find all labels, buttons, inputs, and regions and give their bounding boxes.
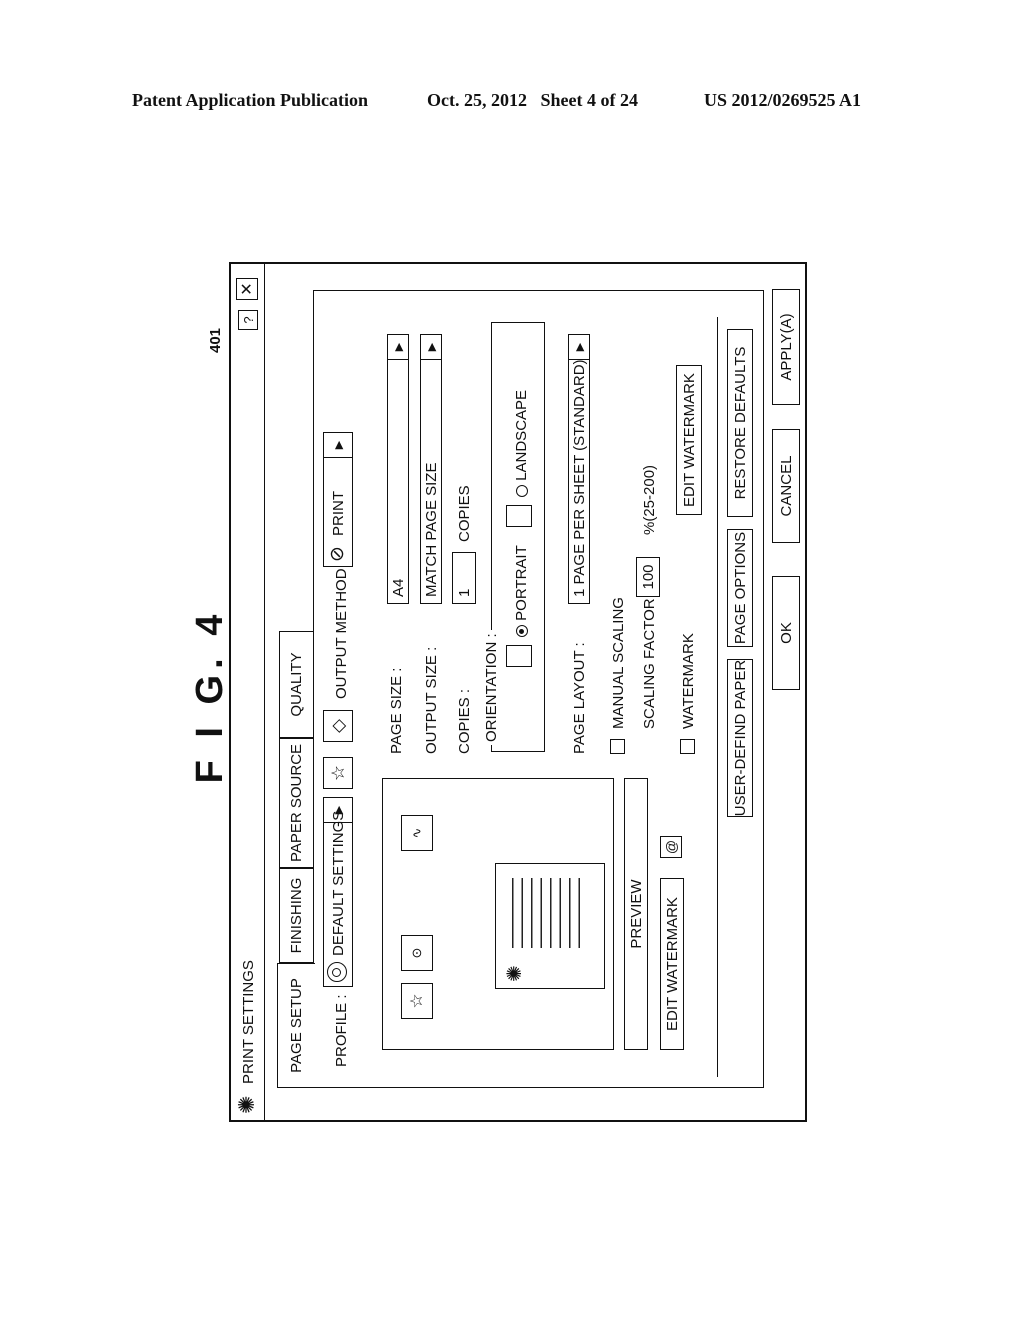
- publication-number: US 2012/0269525 A1: [704, 90, 862, 110]
- output-size-label: OUTPUT SIZE :: [423, 646, 440, 754]
- ref-401: 401: [207, 327, 225, 354]
- sun-icon: ✺: [234, 1095, 259, 1114]
- chevron-down-icon: ▶: [324, 798, 352, 823]
- figure-label: F I G. 4: [189, 608, 231, 784]
- help-button[interactable]: ?: [238, 310, 258, 330]
- profile-value: DEFAULT SETTINGS: [329, 810, 347, 956]
- preview-area: ☆ ⊙ ∿ ✺: [382, 778, 614, 1050]
- scaling-factor-label: SCALING FACTOR: [641, 598, 658, 729]
- chevron-down-icon: ▶: [569, 335, 589, 360]
- chevron-down-icon: ▶: [421, 335, 441, 360]
- portrait-label: PORTRAIT: [513, 545, 530, 621]
- watermark-label: WATERMARK: [680, 633, 697, 729]
- watermark-checkbox[interactable]: [680, 739, 695, 754]
- diamond-icon: ◇: [327, 719, 348, 733]
- sheet-number: Sheet 4 of 24: [540, 90, 638, 110]
- output-method-select[interactable]: ⊘ PRINT ▶: [323, 432, 353, 567]
- page-layout-value: 1 PAGE PER SHEET (STANDARD): [570, 359, 588, 597]
- copies-unit: COPIES: [456, 485, 473, 542]
- page-setup-panel: PROFILE : DEFAULT SETTINGS ▶ ☆ ◇ OUTPUT …: [313, 290, 764, 1088]
- tab-paper-source[interactable]: PAPER SOURCE: [279, 738, 313, 868]
- star-profile-button[interactable]: ☆: [323, 757, 353, 789]
- output-method-value: PRINT: [329, 491, 347, 536]
- at-button[interactable]: @: [660, 836, 682, 858]
- page-thumbnail: ✺: [495, 863, 605, 989]
- orientation-portrait[interactable]: PORTRAIT: [513, 545, 530, 637]
- diamond-profile-button[interactable]: ◇: [323, 710, 353, 742]
- publication-label: Patent Application Publication: [132, 90, 369, 110]
- page-layout-select[interactable]: 1 PAGE PER SHEET (STANDARD) ▶: [568, 334, 590, 604]
- no-entry-icon: ⊘: [327, 546, 348, 562]
- seal-icon: ✺: [504, 965, 526, 982]
- preview-star-button[interactable]: ☆: [401, 983, 433, 1019]
- orientation-landscape[interactable]: LANDSCAPE: [513, 389, 530, 497]
- scaling-factor-range: %(25-200): [641, 464, 658, 535]
- text-lines: [504, 878, 584, 948]
- cancel-button[interactable]: CANCEL: [772, 429, 800, 543]
- preview-button[interactable]: PREVIEW: [624, 778, 648, 1050]
- profile-label: PROFILE :: [333, 994, 350, 1067]
- target-icon: [327, 962, 347, 982]
- tab-page-setup[interactable]: PAGE SETUP: [277, 963, 315, 1088]
- manual-scaling-checkbox[interactable]: [610, 739, 625, 754]
- manual-scaling-label: MANUAL SCALING: [610, 597, 627, 729]
- ok-button[interactable]: OK: [772, 576, 800, 690]
- page-size-select[interactable]: A4 ▶: [387, 334, 409, 604]
- user-defined-paper-button[interactable]: USER-DEFIND PAPER: [727, 659, 753, 817]
- output-size-select[interactable]: MATCH PAGE SIZE ▶: [420, 334, 442, 604]
- edit-watermark-button[interactable]: EDIT WATERMARK: [676, 365, 702, 515]
- landscape-page-icon: [506, 505, 532, 527]
- radio-portrait[interactable]: [516, 625, 529, 637]
- radio-landscape[interactable]: [516, 485, 529, 497]
- title-bar: ✺ PRINT SETTINGS ? ✕: [231, 264, 265, 1120]
- close-button[interactable]: ✕: [236, 278, 258, 300]
- page-size-value: A4: [389, 578, 407, 597]
- scaling-factor-input[interactable]: 100: [636, 557, 660, 597]
- page-size-label: PAGE SIZE :: [388, 667, 405, 754]
- output-method-label: OUTPUT METHOD :: [333, 560, 350, 699]
- tab-finishing[interactable]: FINISHING: [279, 868, 313, 963]
- apply-button[interactable]: APPLY(A): [772, 289, 800, 405]
- edit-watermark-preview-button[interactable]: EDIT WATERMARK: [660, 878, 684, 1050]
- publication-date: Oct. 25, 2012: [427, 90, 527, 110]
- landscape-label: LANDSCAPE: [513, 389, 530, 481]
- signature-icon: ∿: [409, 827, 424, 839]
- panel-divider: [717, 317, 718, 1077]
- page-options-button[interactable]: PAGE OPTIONS: [727, 529, 753, 647]
- dialog-title: PRINT SETTINGS: [240, 960, 257, 1084]
- orientation-label: ORIENTATION :: [483, 630, 500, 745]
- output-size-value: MATCH PAGE SIZE: [422, 462, 440, 597]
- restore-defaults-button[interactable]: RESTORE DEFAULTS: [727, 329, 753, 517]
- chevron-down-icon: ▶: [324, 433, 352, 458]
- copies-input[interactable]: 1: [452, 552, 476, 604]
- at-icon: @: [663, 839, 679, 855]
- page-layout-label: PAGE LAYOUT :: [571, 642, 588, 754]
- profile-select[interactable]: DEFAULT SETTINGS ▶: [323, 797, 353, 987]
- star-icon: ☆: [327, 764, 348, 782]
- chevron-down-icon: ▶: [388, 335, 408, 360]
- publication-date-sheet: Oct. 25, 2012 Sheet 4 of 24: [427, 90, 638, 111]
- copies-label: COPIES :: [456, 688, 473, 754]
- star-icon: ☆: [407, 993, 426, 1009]
- print-settings-dialog: ✺ PRINT SETTINGS ? ✕ PAGE SETUP FINISHIN…: [229, 262, 807, 1122]
- tab-quality[interactable]: QUALITY: [279, 631, 313, 738]
- preview-signature-button[interactable]: ∿: [401, 815, 433, 851]
- preview-eye-button[interactable]: ⊙: [401, 935, 433, 971]
- eye-icon: ⊙: [409, 947, 424, 959]
- portrait-page-icon: [506, 645, 532, 667]
